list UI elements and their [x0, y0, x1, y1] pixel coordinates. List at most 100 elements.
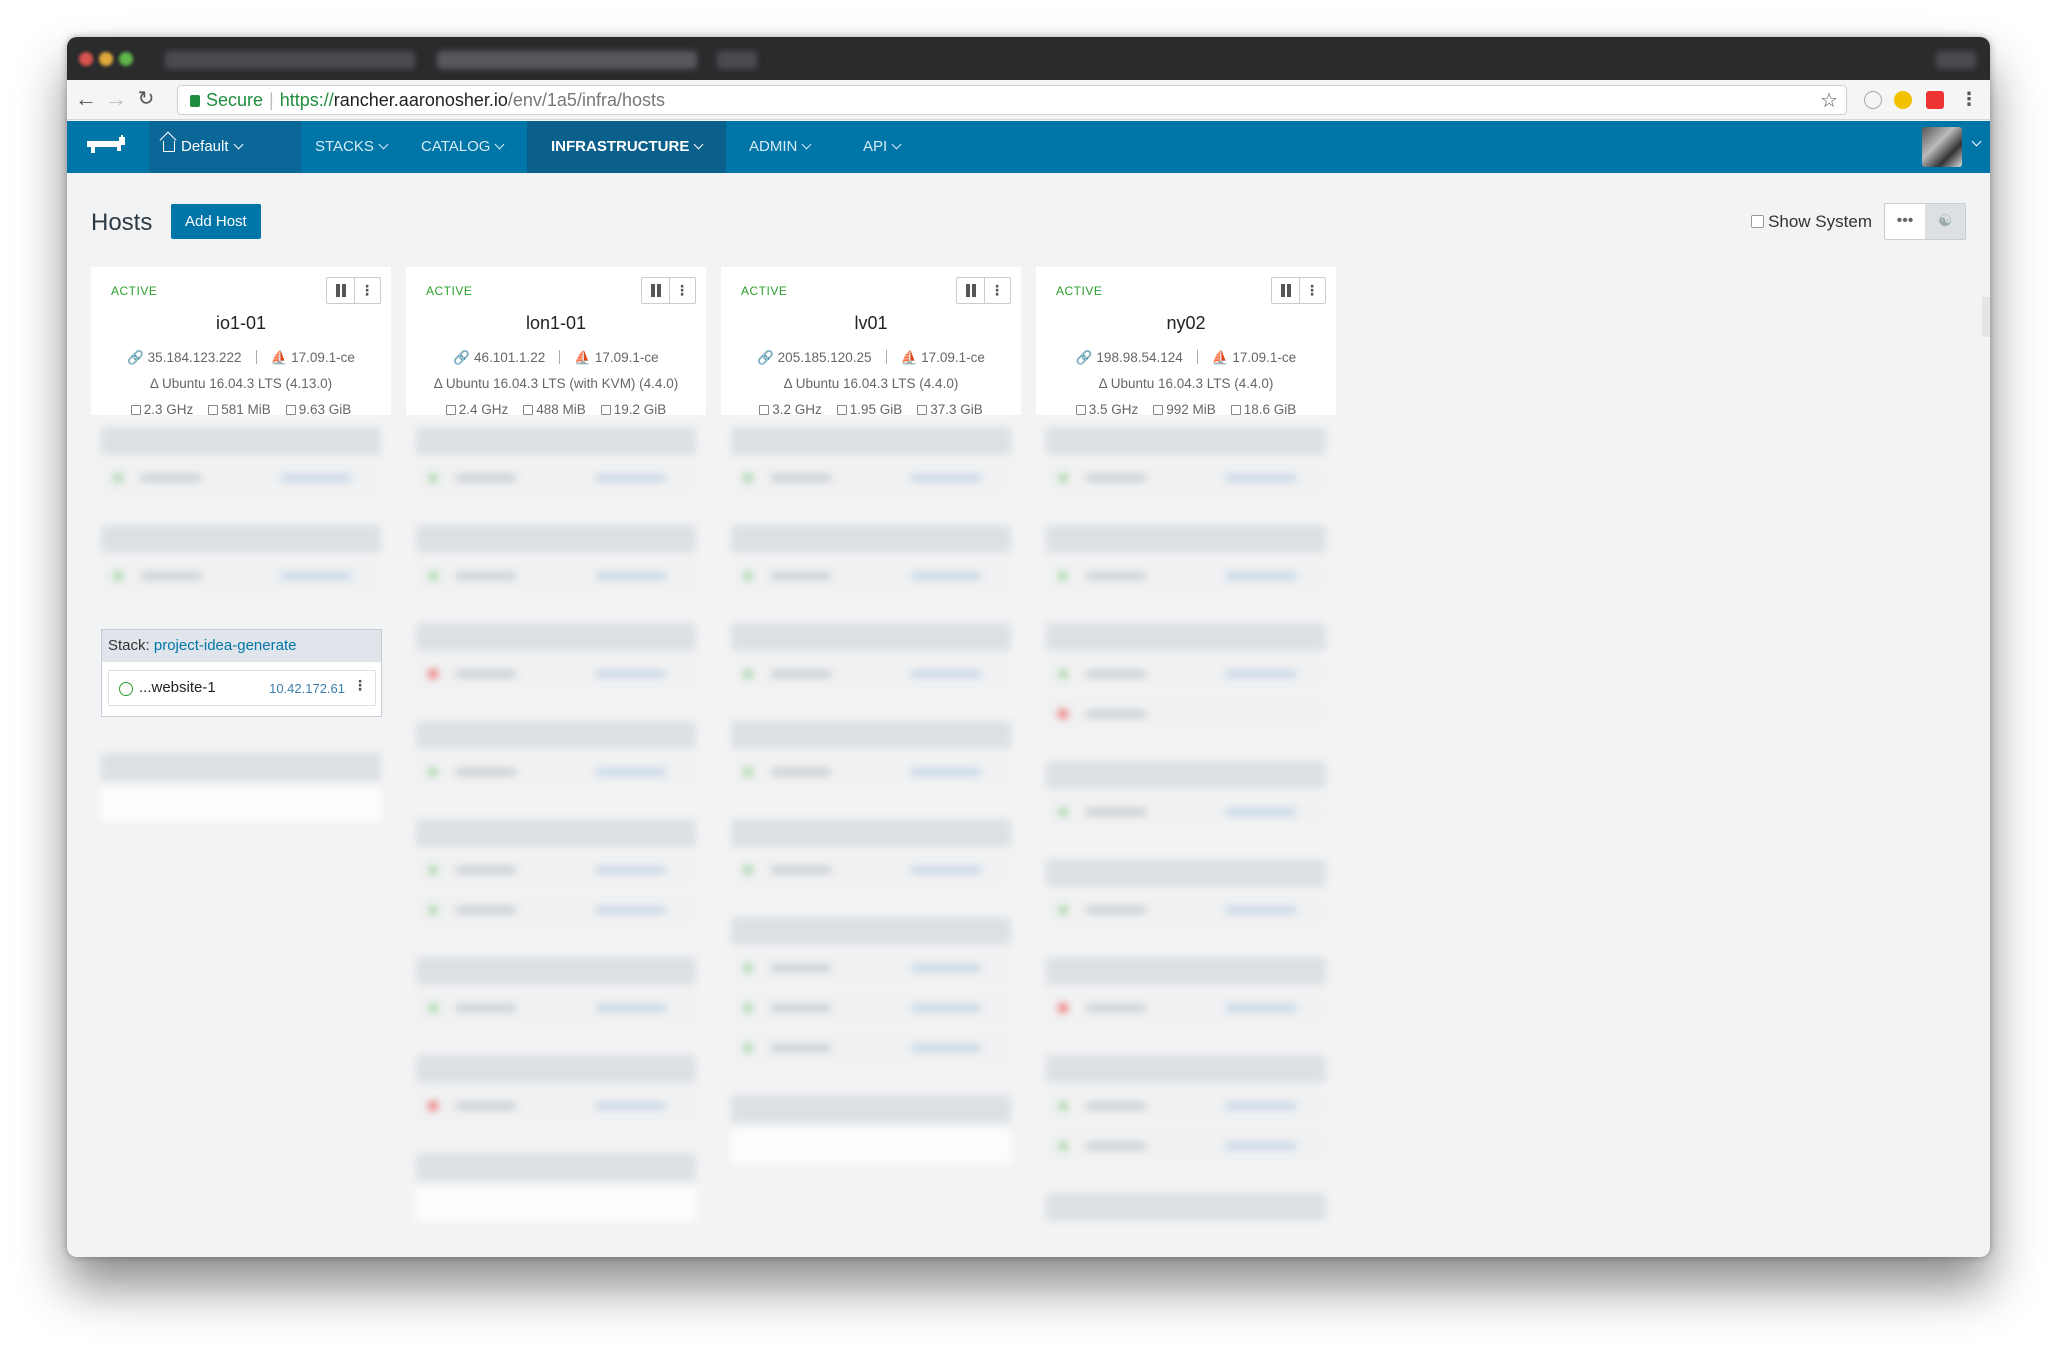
rancher-logo-icon[interactable]	[83, 131, 129, 161]
cpu-icon	[1075, 405, 1086, 415]
browser-toolbar: ← → ↻ Secure | https://rancher.aaronosher.…	[67, 80, 1990, 120]
user-avatar[interactable]	[1922, 127, 1962, 167]
host-menu-icon[interactable]: ⋮	[669, 278, 695, 303]
host-actions: ⋮	[326, 277, 381, 304]
host-actions: ⋮	[641, 277, 696, 304]
cpu-icon	[130, 405, 141, 415]
host-mem: 488 MiB	[536, 402, 586, 416]
chevron-down-icon	[801, 139, 812, 150]
extension-icon[interactable]	[1894, 91, 1912, 109]
chevron-down-icon	[378, 139, 389, 150]
add-host-button[interactable]: Add Host	[171, 204, 261, 239]
close-window-icon[interactable]	[79, 52, 93, 66]
browser-tab[interactable]	[437, 51, 697, 69]
host-info-row: 🔗 46.101.1.22 ⛵ 17.09.1-ce	[406, 350, 706, 366]
cpu-icon	[445, 405, 456, 415]
browser-tab[interactable]	[165, 51, 415, 69]
scrollbar[interactable]	[1982, 297, 1990, 337]
extension-icon[interactable]	[1864, 91, 1882, 109]
host-disk: 18.6 GiB	[1243, 402, 1297, 416]
environment-dropdown[interactable]: Default	[149, 121, 301, 173]
linux-icon: Δ	[433, 376, 443, 391]
container-status-icon	[119, 682, 133, 696]
nav-api[interactable]: API	[849, 121, 914, 173]
url-host: rancher.aaronosher.io	[333, 90, 508, 110]
minimize-window-icon[interactable]	[99, 52, 113, 66]
address-bar[interactable]: Secure | https://rancher.aaronosher.io/env…	[177, 85, 1847, 115]
host-name[interactable]: lon1-01	[406, 313, 706, 334]
nav-catalog-label: CATALOG	[421, 138, 491, 155]
stack-card: Stack: project-idea-generate ...website-…	[101, 629, 382, 717]
nav-api-label: API	[863, 138, 888, 155]
nav-admin-label: ADMIN	[749, 138, 798, 155]
new-tab-button[interactable]	[717, 51, 757, 69]
memory-icon	[836, 405, 847, 415]
ip-icon: 🔗	[127, 350, 144, 365]
title-bar	[67, 37, 1990, 80]
url-scheme: https://	[279, 90, 334, 110]
home-icon	[163, 141, 175, 152]
docker-icon: ⛵	[1211, 350, 1229, 365]
nav-admin[interactable]: ADMIN	[735, 121, 824, 173]
memory-icon	[208, 405, 219, 415]
host-cpu: 2.3 GHz	[143, 402, 194, 416]
host-menu-icon[interactable]: ⋮	[354, 278, 380, 303]
container-row[interactable]: ...website-1 10.42.172.61 ⋮	[108, 670, 376, 706]
host-name[interactable]: io1-01	[91, 313, 391, 334]
host-menu-icon[interactable]: ⋮	[984, 278, 1010, 303]
nav-catalog[interactable]: CATALOG	[407, 121, 517, 173]
maximize-window-icon[interactable]	[119, 52, 133, 66]
disk-icon	[1230, 405, 1241, 415]
app-header: Default STACKS CATALOG INFRASTRUCTURE AD…	[67, 121, 1990, 173]
reload-icon[interactable]: ↻	[133, 86, 159, 112]
host-os-row: Δ Ubuntu 16.04.3 LTS (with KVM) (4.4.0)	[406, 376, 706, 391]
host-info-row: 🔗 205.185.120.25 ⛵ 17.09.1-ce	[721, 350, 1021, 366]
docker-version: 17.09.1-ce	[921, 350, 985, 365]
chevron-down-icon	[495, 139, 505, 150]
host-state: ACTIVE	[111, 284, 158, 298]
host-card: ACTIVE ⋮ io1-01 🔗 35.184.123.222 ⛵ 17.09.…	[91, 267, 391, 821]
environment-label: Default	[181, 138, 229, 155]
show-system-checkbox[interactable]	[1751, 215, 1765, 228]
host-info-row: 🔗 35.184.123.222 ⛵ 17.09.1-ce	[91, 350, 391, 366]
disk-icon	[600, 405, 611, 415]
docker-icon: ⛵	[270, 350, 288, 365]
nav-stacks[interactable]: STACKS	[301, 121, 401, 173]
host-os-row: Δ Ubuntu 16.04.3 LTS (4.4.0)	[721, 376, 1021, 391]
bookmark-star-icon[interactable]: ☆	[1820, 87, 1838, 115]
pause-icon[interactable]	[957, 278, 985, 303]
browser-window: ← → ↻ Secure | https://rancher.aaronosher.…	[67, 37, 1990, 1257]
pause-icon[interactable]	[642, 278, 670, 303]
pause-icon[interactable]	[327, 278, 355, 303]
forward-icon[interactable]: →	[103, 86, 129, 112]
host-card: ACTIVE ⋮ ny02 🔗 198.98.54.124 ⛵ 17.09.1-c…	[1036, 267, 1336, 1221]
host-resources-row: 3.2 GHz 1.95 GiB 37.3 GiB	[721, 402, 1021, 416]
pause-icon[interactable]	[1272, 278, 1300, 303]
show-system-label: Show System	[1768, 212, 1872, 231]
extension-icon[interactable]	[1926, 91, 1944, 109]
chevron-down-icon[interactable]	[1971, 136, 1982, 147]
more-options-button[interactable]: •••	[1885, 204, 1925, 239]
back-icon[interactable]: ←	[73, 86, 99, 112]
host-menu-icon[interactable]: ⋮	[1299, 278, 1325, 303]
browser-menu-icon[interactable]: ⋮	[1956, 86, 1982, 112]
host-name[interactable]: ny02	[1036, 313, 1336, 334]
stack-link[interactable]: project-idea-generate	[154, 637, 297, 654]
container-name[interactable]: ...website-1	[139, 679, 216, 696]
container-menu-icon[interactable]: ⋮	[353, 677, 367, 694]
host-os: Ubuntu 16.04.3 LTS (4.4.0)	[795, 376, 959, 391]
blurred-stacks	[91, 415, 391, 821]
show-system-toggle[interactable]: Show System	[1751, 212, 1872, 232]
nav-infrastructure[interactable]: INFRASTRUCTURE	[527, 121, 727, 173]
docker-version: 17.09.1-ce	[1232, 350, 1297, 365]
chevron-down-icon	[693, 139, 704, 150]
host-info-row: 🔗 198.98.54.124 ⛵ 17.09.1-ce	[1036, 350, 1336, 366]
linux-icon: Δ	[783, 376, 792, 391]
host-state: ACTIVE	[741, 284, 788, 298]
host-cpu: 3.2 GHz	[772, 402, 822, 416]
profile-name	[1936, 51, 1976, 69]
container-ip: 10.42.172.61	[269, 681, 345, 696]
grid-view-icon[interactable]: ☯	[1925, 204, 1965, 239]
host-name[interactable]: lv01	[721, 313, 1021, 334]
chevron-down-icon	[891, 139, 902, 150]
